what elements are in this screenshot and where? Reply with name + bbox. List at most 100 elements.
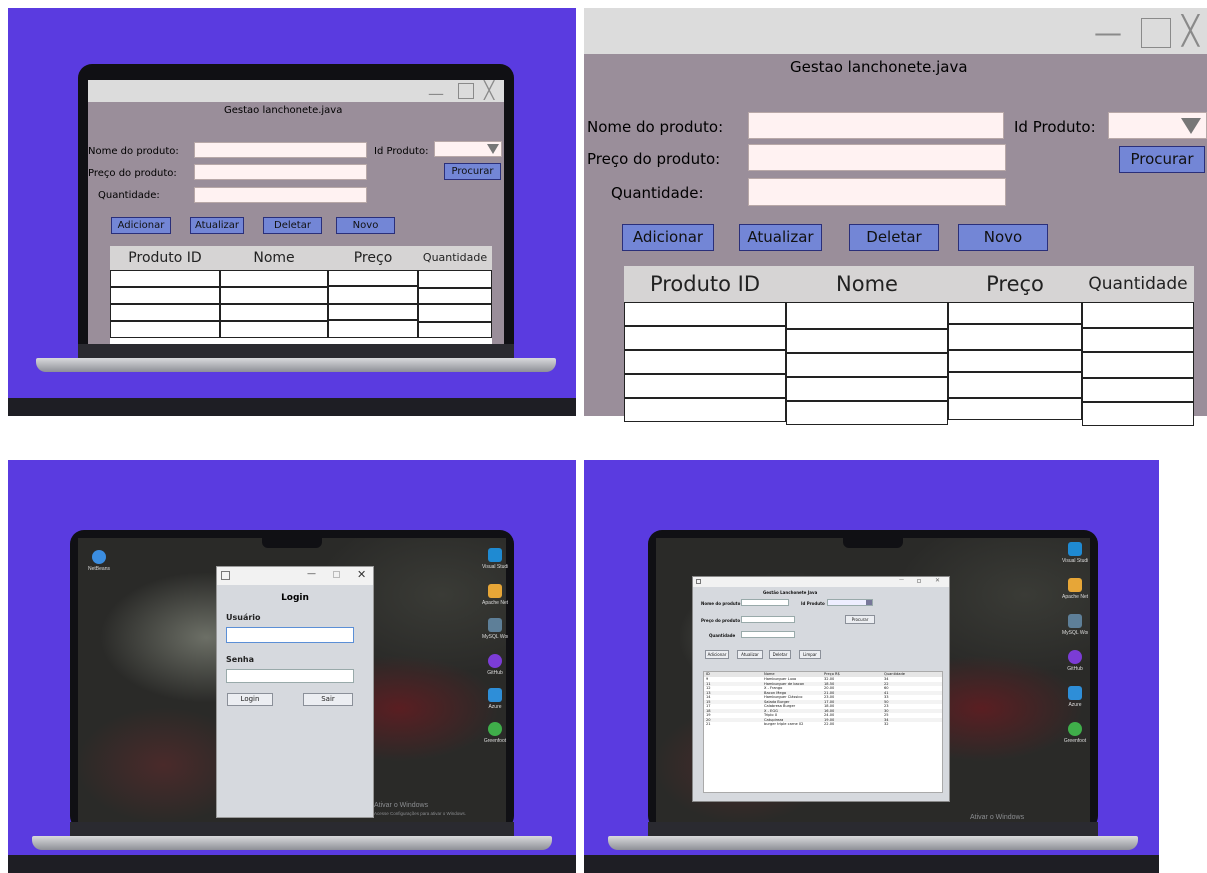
table-cell[interactable] <box>624 326 786 350</box>
mini-nome-input[interactable] <box>741 599 789 606</box>
preco-produto-input[interactable] <box>194 164 367 180</box>
col-quantidade[interactable]: Quantidade <box>1082 266 1194 302</box>
close-icon[interactable]: ╳ <box>1182 14 1199 47</box>
close-icon[interactable]: ✕ <box>935 577 940 584</box>
procurar-button[interactable]: Procurar <box>444 163 501 180</box>
desktop-icon-mysql[interactable]: MySQL Workbench <box>1062 614 1088 636</box>
table-cell[interactable] <box>220 287 328 304</box>
quantidade-input[interactable] <box>748 178 1006 206</box>
desktop-icon-github[interactable]: GitHub <box>1062 650 1088 672</box>
login-button[interactable]: Login <box>227 693 273 706</box>
desktop-icon-greenfoot[interactable]: Greenfoot <box>482 722 508 744</box>
desktop-icon-mysql[interactable]: MySQL Workbench <box>482 618 508 640</box>
adicionar-button[interactable]: Adicionar <box>111 217 171 234</box>
nome-produto-input[interactable] <box>748 112 1004 139</box>
col-produto-id[interactable]: Produto ID <box>110 246 220 270</box>
table-cell[interactable] <box>328 304 418 320</box>
mini-limpar-button[interactable]: Limpar <box>799 650 821 659</box>
desktop-icon-netbeans[interactable]: NetBeans <box>86 550 112 572</box>
table-cell[interactable] <box>948 302 1082 324</box>
mini-adicionar-button[interactable]: Adicionar <box>705 650 729 659</box>
desktop-icon-netbeans-apache[interactable]: Apache NetBeans <box>1062 578 1088 600</box>
table-cell[interactable] <box>110 304 220 321</box>
table-cell[interactable] <box>786 377 948 401</box>
table-cell[interactable] <box>624 350 786 374</box>
close-icon[interactable]: ╳ <box>484 81 494 101</box>
table-cell[interactable] <box>786 302 948 329</box>
table-cell[interactable] <box>418 270 492 288</box>
mini-deletar-button[interactable]: Deletar <box>769 650 791 659</box>
table-cell[interactable] <box>948 372 1082 398</box>
table-cell[interactable] <box>110 287 220 304</box>
minimize-icon[interactable]: — <box>899 577 904 583</box>
table-cell[interactable] <box>786 329 948 353</box>
sair-button[interactable]: Sair <box>303 693 353 706</box>
desktop-icon-azure[interactable]: Azure <box>482 688 508 710</box>
adicionar-button[interactable]: Adicionar <box>622 224 714 251</box>
table-cell[interactable] <box>220 270 328 287</box>
desktop-icon-azure[interactable]: Azure <box>1062 686 1088 708</box>
produtos-table[interactable]: Produto ID Nome Preço Quantidade <box>110 246 492 344</box>
table-cell[interactable] <box>110 321 220 338</box>
table-cell[interactable] <box>1082 378 1194 402</box>
produtos-table[interactable]: Produto ID Nome Preço Quantidade <box>624 266 1194 426</box>
novo-button[interactable]: Novo <box>336 217 395 234</box>
table-cell[interactable] <box>1082 328 1194 352</box>
col-nome[interactable]: Nome <box>220 246 328 270</box>
table-cell[interactable] <box>624 302 786 326</box>
maximize-icon[interactable] <box>333 571 340 578</box>
table-cell[interactable] <box>1082 302 1194 328</box>
minimize-icon[interactable]: — <box>1094 16 1122 49</box>
table-cell[interactable] <box>1082 352 1194 378</box>
table-cell[interactable] <box>786 353 948 377</box>
col-preco[interactable]: Preço <box>948 266 1082 302</box>
table-cell[interactable] <box>948 324 1082 350</box>
table-cell[interactable] <box>110 270 220 287</box>
quantidade-input[interactable] <box>194 187 367 203</box>
desktop-icon-github[interactable]: GitHub <box>482 654 508 676</box>
table-cell[interactable] <box>624 374 786 398</box>
deletar-button[interactable]: Deletar <box>263 217 322 234</box>
procurar-button[interactable]: Procurar <box>1119 146 1205 173</box>
mini-id-select[interactable] <box>827 599 873 606</box>
col-nome[interactable]: Nome <box>786 266 948 302</box>
id-produto-select[interactable] <box>434 141 502 157</box>
desktop-icon-vscode[interactable]: Visual Studio Code <box>1062 542 1088 564</box>
atualizar-button[interactable]: Atualizar <box>190 217 244 234</box>
table-cell[interactable] <box>220 321 328 338</box>
preco-produto-input[interactable] <box>748 144 1006 171</box>
desktop-icon-greenfoot[interactable]: Greenfoot <box>1062 722 1088 744</box>
mini-preco-input[interactable] <box>741 616 795 623</box>
nome-produto-input[interactable] <box>194 142 367 158</box>
col-quantidade[interactable]: Quantidade <box>418 246 492 270</box>
table-cell[interactable] <box>1082 402 1194 426</box>
close-icon[interactable]: ✕ <box>357 568 366 581</box>
desktop-icon-vscode[interactable]: Visual Studio Code <box>482 548 508 570</box>
maximize-icon[interactable] <box>1141 18 1171 48</box>
table-cell[interactable] <box>328 320 418 338</box>
minimize-icon[interactable]: — <box>428 84 444 103</box>
usuario-input[interactable] <box>226 627 354 643</box>
table-cell[interactable] <box>418 304 492 322</box>
table-cell[interactable] <box>328 270 418 286</box>
atualizar-button[interactable]: Atualizar <box>739 224 822 251</box>
desktop-icon-netbeans-apache[interactable]: Apache NetBeans <box>482 584 508 606</box>
mini-produtos-table[interactable]: ID Nome Preço R$ Quantidade 9 Hamburguer … <box>703 671 943 793</box>
col-produto-id[interactable]: Produto ID <box>624 266 786 302</box>
mini-procurar-button[interactable]: Procurar <box>845 615 875 624</box>
mini-quantidade-input[interactable] <box>741 631 795 638</box>
table-cell[interactable] <box>624 398 786 422</box>
col-preco[interactable]: Preço <box>328 246 418 270</box>
table-cell[interactable] <box>948 350 1082 372</box>
maximize-icon[interactable] <box>917 579 921 583</box>
novo-button[interactable]: Novo <box>958 224 1048 251</box>
table-cell[interactable] <box>786 401 948 425</box>
table-cell[interactable] <box>418 322 492 338</box>
table-cell[interactable] <box>418 288 492 304</box>
table-cell[interactable] <box>948 398 1082 420</box>
minimize-icon[interactable]: — <box>307 569 316 579</box>
maximize-icon[interactable] <box>458 83 474 99</box>
deletar-button[interactable]: Deletar <box>849 224 939 251</box>
table-cell[interactable] <box>220 304 328 321</box>
mini-atualizar-button[interactable]: Atualizar <box>737 650 763 659</box>
